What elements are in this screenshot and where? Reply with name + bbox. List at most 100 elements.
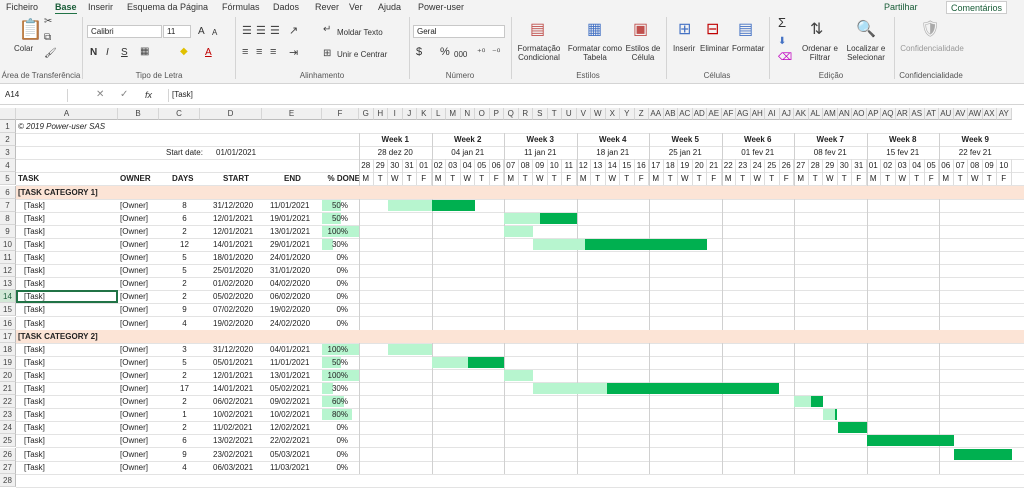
column-header-F[interactable]: F (322, 108, 359, 120)
number-format-select[interactable]: Geral (413, 25, 505, 38)
sort-filter-button[interactable]: Ordenar e Filtrar (801, 44, 839, 62)
increase-decimal-icon[interactable]: ⁺⁰ (477, 47, 485, 58)
column-header-J[interactable]: J (402, 108, 417, 120)
indent-icon[interactable]: ⇥ (289, 46, 298, 59)
paste-button[interactable]: Colar (14, 44, 33, 53)
column-header-B[interactable]: B (118, 108, 159, 120)
row-header-1[interactable]: 1 (0, 120, 16, 133)
column-header-AY[interactable]: AY (997, 108, 1012, 120)
cell-styles-icon[interactable]: ▣ (633, 19, 648, 39)
menu-item-0[interactable]: Ficheiro (6, 2, 38, 12)
merge-icon[interactable]: ⊞ (323, 48, 331, 59)
column-header-AD[interactable]: AD (692, 108, 707, 120)
column-header-C[interactable]: C (159, 108, 200, 120)
borders-icon[interactable]: ▦ (140, 46, 149, 57)
align-left-icon[interactable]: ≡ (242, 46, 248, 58)
column-header-AW[interactable]: AW (968, 108, 983, 120)
column-header-X[interactable]: X (605, 108, 620, 120)
copy-icon[interactable]: ⧉ (44, 32, 51, 43)
find-select-icon[interactable]: 🔍 (856, 19, 876, 39)
row-header-14[interactable]: 14 (0, 290, 16, 304)
column-header-S[interactable]: S (533, 108, 548, 120)
format-table-icon[interactable]: ▦ (587, 19, 602, 39)
align-top-icon[interactable]: ☰ (242, 24, 252, 37)
row-header-16[interactable]: 16 (0, 316, 16, 330)
comments-button[interactable]: Comentários (946, 1, 1008, 14)
font-name-select[interactable]: Calibri (87, 25, 162, 38)
row-header-9[interactable]: 9 (0, 224, 16, 238)
insert-cells-icon[interactable]: ⊞ (678, 19, 691, 39)
bold-button[interactable]: N (90, 48, 97, 58)
column-header-AP[interactable]: AP (866, 108, 881, 120)
enter-icon[interactable]: ✓ (120, 89, 128, 100)
align-right-icon[interactable]: ≡ (270, 46, 276, 58)
column-header-AL[interactable]: AL (808, 108, 823, 120)
menu-item-1[interactable]: Base (55, 2, 77, 12)
column-header-AV[interactable]: AV (953, 108, 968, 120)
merge-center-button[interactable]: Unir e Centrar (337, 50, 387, 59)
column-header-AJ[interactable]: AJ (779, 108, 794, 120)
sort-filter-icon[interactable]: ⇅ (810, 19, 823, 39)
column-header-M[interactable]: M (446, 108, 461, 120)
column-header-AU[interactable]: AU (939, 108, 954, 120)
delete-cells-button[interactable]: Eliminar (700, 44, 729, 53)
align-bottom-icon[interactable]: ☰ (270, 24, 280, 37)
menu-item-7[interactable]: Ver (349, 2, 363, 12)
column-header-O[interactable]: O (475, 108, 490, 120)
column-header-AR[interactable]: AR (895, 108, 910, 120)
wrap-text-button[interactable]: Moldar Texto (337, 28, 383, 37)
column-header-Z[interactable]: Z (634, 108, 649, 120)
paste-icon[interactable]: 📋 (18, 17, 43, 42)
column-header-AE[interactable]: AE (707, 108, 722, 120)
column-header-AS[interactable]: AS (910, 108, 925, 120)
cut-icon[interactable]: ✂ (44, 16, 52, 27)
column-header-AC[interactable]: AC (678, 108, 693, 120)
column-header-AT[interactable]: AT (924, 108, 939, 120)
decrease-decimal-icon[interactable]: ⁻⁰ (492, 47, 500, 58)
insert-function-button[interactable]: fx (145, 91, 152, 100)
row-header-6[interactable]: 6 (0, 185, 16, 199)
column-header-Q[interactable]: Q (504, 108, 519, 120)
row-header-25[interactable]: 25 (0, 434, 16, 448)
row-header-18[interactable]: 18 (0, 342, 16, 356)
column-header-AM[interactable]: AM (823, 108, 838, 120)
row-header-11[interactable]: 11 (0, 251, 16, 264)
row-header-10[interactable]: 10 (0, 237, 16, 251)
column-header-T[interactable]: T (547, 108, 562, 120)
currency-button[interactable]: $ (416, 47, 422, 58)
cancel-icon[interactable]: ✕ (96, 89, 104, 100)
thousands-button[interactable]: 000 (454, 50, 467, 59)
row-header-2[interactable]: 2 (0, 133, 16, 147)
align-middle-icon[interactable]: ☰ (256, 24, 266, 37)
row-header-3[interactable]: 3 (0, 146, 16, 160)
selected-cell[interactable] (16, 290, 118, 304)
column-header-AO[interactable]: AO (852, 108, 867, 120)
column-header-AN[interactable]: AN (837, 108, 852, 120)
shrink-font-button[interactable]: A (212, 28, 217, 37)
formula-input[interactable]: [Task] (168, 89, 1018, 102)
column-header-H[interactable]: H (373, 108, 388, 120)
column-header-R[interactable]: R (518, 108, 533, 120)
sensitivity-icon[interactable]: 🛡 (920, 19, 940, 39)
column-header-AG[interactable]: AG (736, 108, 751, 120)
menu-item-6[interactable]: Rever (315, 2, 339, 12)
column-header-W[interactable]: W (591, 108, 606, 120)
font-color-button[interactable]: A (205, 48, 212, 58)
column-header-AA[interactable]: AA (649, 108, 664, 120)
column-header-AQ[interactable]: AQ (881, 108, 896, 120)
cell-styles-button[interactable]: Estilos de Célula (623, 44, 663, 62)
row-header-21[interactable]: 21 (0, 382, 16, 395)
clear-icon[interactable]: ⌫ (778, 52, 792, 63)
column-header-K[interactable]: K (417, 108, 432, 120)
row-header-27[interactable]: 27 (0, 460, 16, 474)
column-header-A[interactable]: A (16, 108, 118, 120)
column-header-AX[interactable]: AX (982, 108, 997, 120)
row-header-15[interactable]: 15 (0, 303, 16, 317)
font-size-select[interactable]: 11 (163, 25, 191, 38)
conditional-format-icon[interactable]: ▤ (530, 19, 545, 39)
row-header-13[interactable]: 13 (0, 277, 16, 291)
menu-item-9[interactable]: Power-user (418, 2, 464, 12)
row-header-26[interactable]: 26 (0, 447, 16, 461)
underline-button[interactable]: S (121, 48, 128, 58)
autosum-button[interactable]: Σ (778, 16, 786, 29)
